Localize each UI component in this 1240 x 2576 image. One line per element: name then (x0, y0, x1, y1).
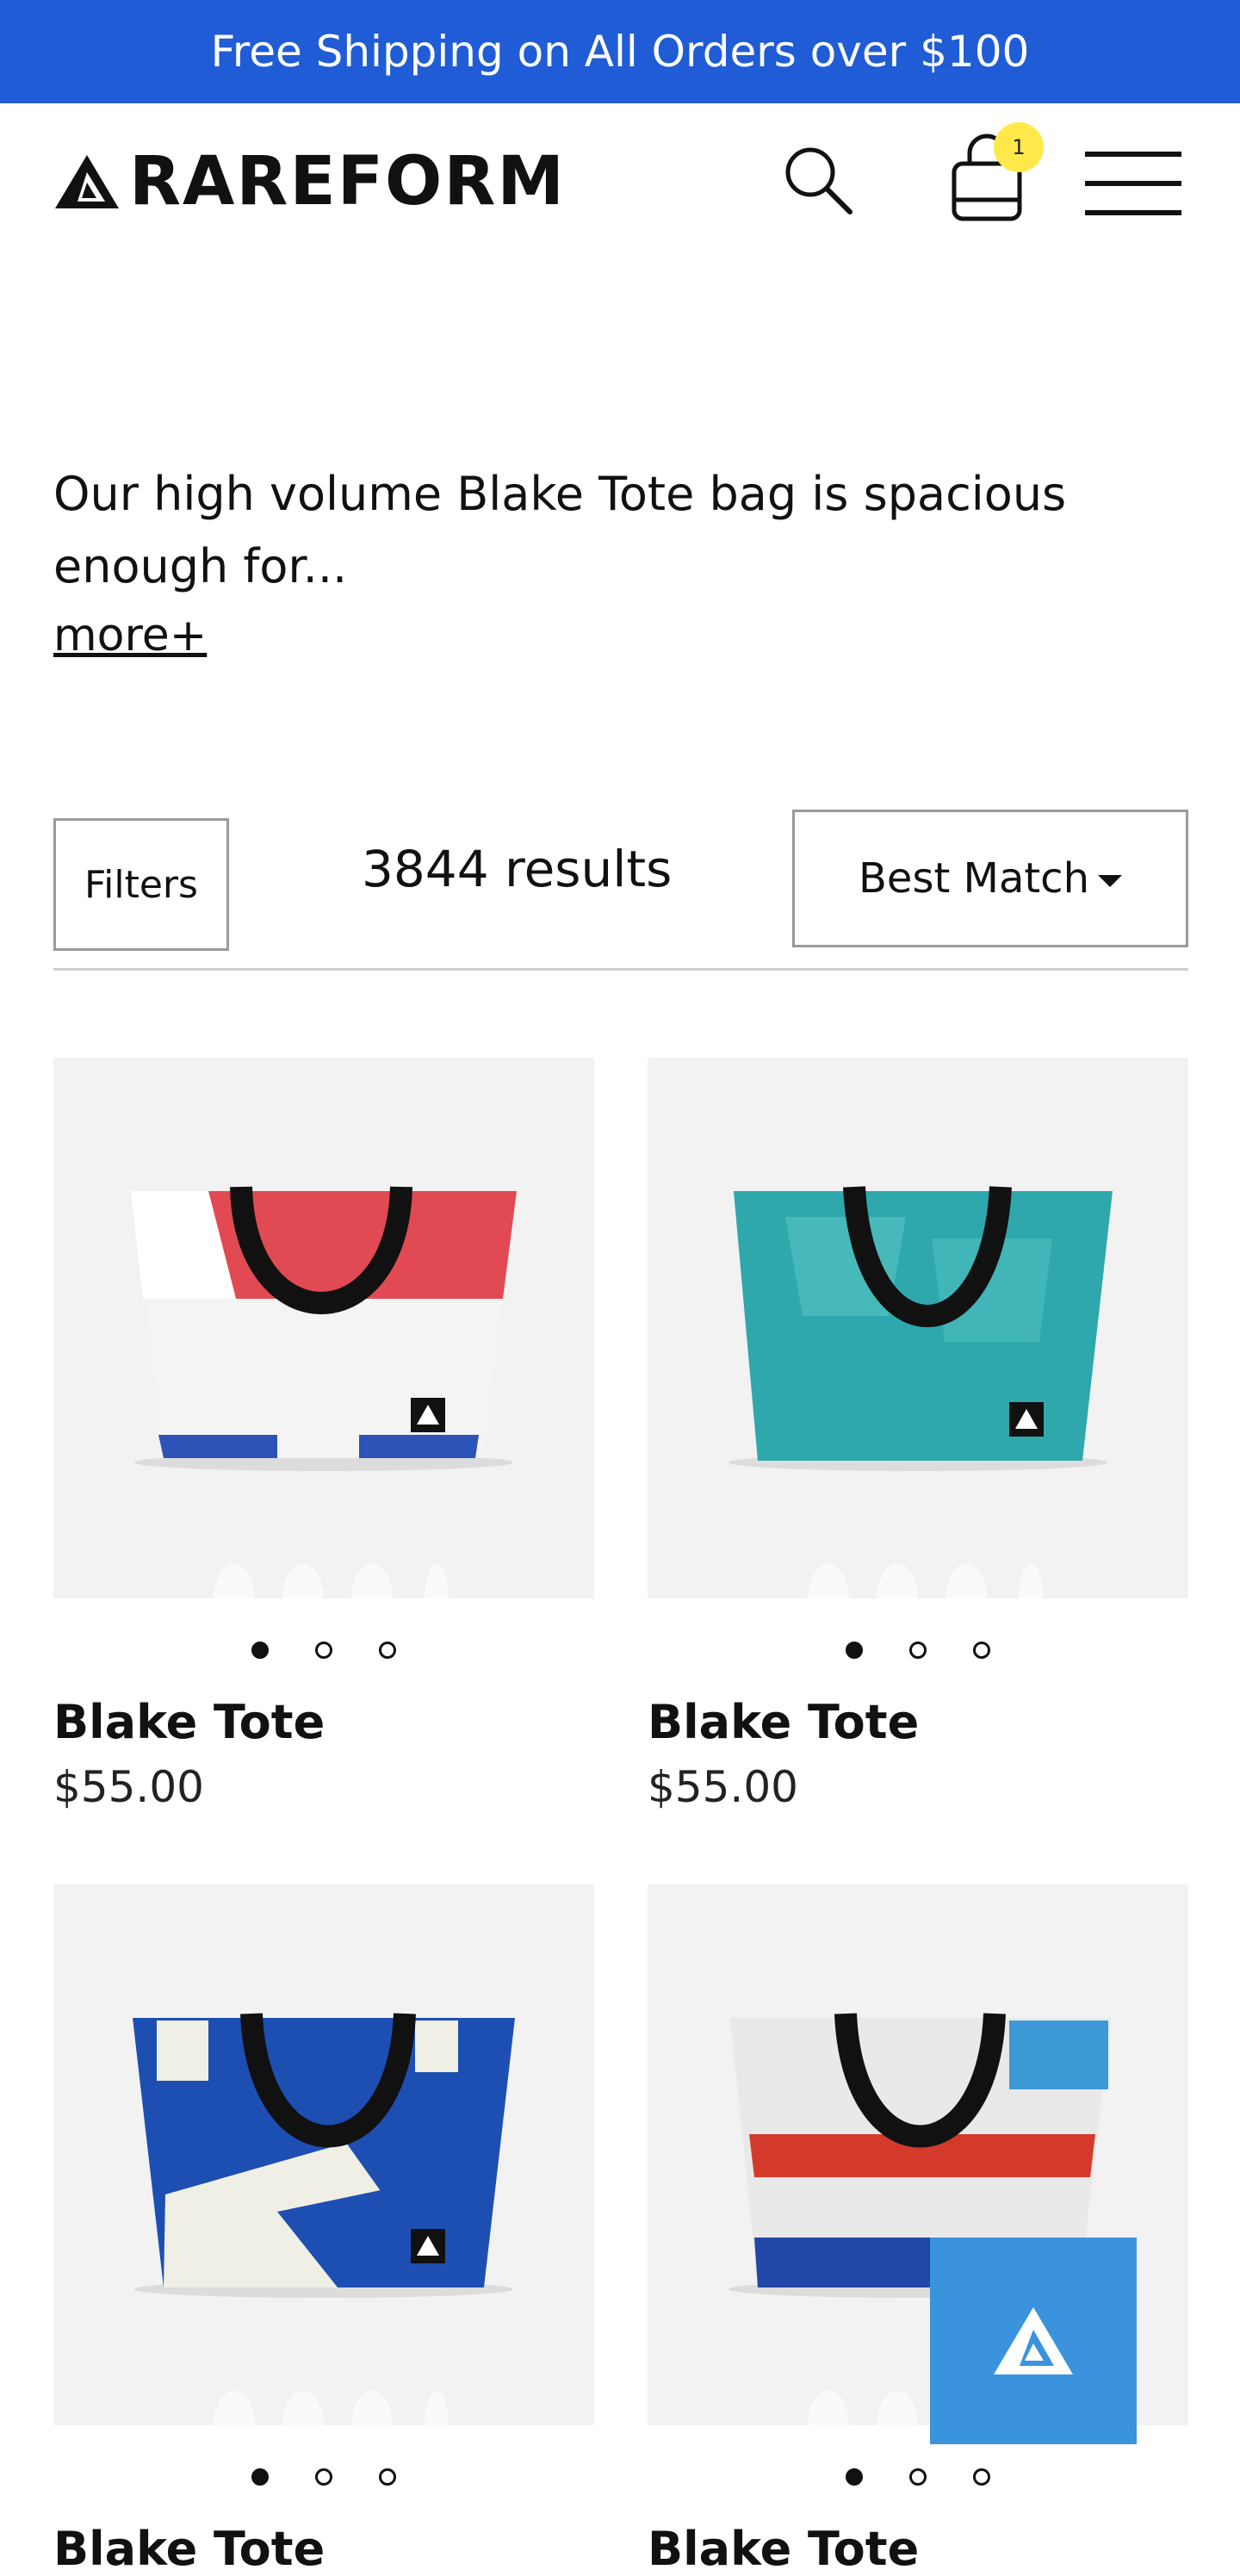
image-carousel-dots (53, 1642, 594, 1659)
site-header: RAREFORM (0, 103, 1240, 258)
image-carousel-dots (648, 2468, 1188, 2486)
search-icon (785, 147, 852, 214)
cart-count-badge: 1 (994, 122, 1044, 172)
brand-logo[interactable]: RAREFORM (53, 148, 566, 215)
brand-name: RAREFORM (129, 143, 567, 220)
collection-description: Our high volume Blake Tote bag is spacio… (53, 467, 1067, 593)
product-card[interactable]: Blake Tote (53, 1884, 594, 2576)
caret-down-icon (1098, 875, 1122, 887)
tote-bag-image (728, 1186, 1113, 1598)
product-title[interactable]: Blake Tote (53, 1695, 325, 1749)
product-image[interactable] (648, 1058, 1188, 1598)
image-carousel-dots (53, 2468, 594, 2486)
results-count: 3844 results (362, 840, 673, 898)
carousel-dot[interactable] (846, 1642, 863, 1659)
carousel-dot[interactable] (909, 1642, 927, 1659)
tote-bag-image (133, 2013, 515, 2425)
product-image[interactable] (53, 1884, 594, 2425)
product-price: $55.00 (648, 1762, 798, 1812)
filters-label: Filters (84, 862, 198, 907)
more-link[interactable]: more+ (53, 610, 207, 661)
product-title[interactable]: Blake Tote (648, 1695, 919, 1749)
promo-banner: Free Shipping on All Orders over $100 (0, 0, 1240, 103)
filters-button[interactable]: Filters (53, 818, 229, 951)
carousel-dot[interactable] (379, 2468, 396, 2486)
sort-label: Best Match (858, 854, 1089, 903)
product-card[interactable]: Blake Tote $55.00 (648, 1058, 1188, 1833)
carousel-dot[interactable] (909, 2468, 927, 2486)
product-card[interactable]: Blake Tote (648, 1884, 1188, 2576)
chat-widget-button[interactable] (930, 2238, 1137, 2444)
brand-logo-icon (994, 2307, 1073, 2374)
divider (53, 968, 1188, 971)
product-price: $55.00 (53, 1762, 204, 1812)
carousel-dot[interactable] (846, 2468, 863, 2486)
search-button[interactable] (779, 141, 857, 219)
product-card[interactable]: Blake Tote $55.00 (53, 1058, 594, 1833)
image-carousel-dots (648, 1642, 1188, 1659)
carousel-dot[interactable] (251, 2468, 269, 2486)
carousel-dot[interactable] (251, 1642, 269, 1659)
menu-button[interactable] (1083, 148, 1183, 220)
carousel-dot[interactable] (973, 2468, 990, 2486)
brand-logo-icon (55, 155, 119, 208)
carousel-dot[interactable] (973, 1642, 990, 1659)
tote-bag-image (131, 1186, 517, 1598)
sort-dropdown[interactable]: Best Match (792, 810, 1188, 947)
carousel-dot[interactable] (315, 2468, 332, 2486)
product-image[interactable] (53, 1058, 594, 1598)
carousel-dot[interactable] (379, 1642, 396, 1659)
hamburger-menu-icon (1085, 152, 1181, 215)
carousel-dot[interactable] (315, 1642, 332, 1659)
promo-text: Free Shipping on All Orders over $100 (210, 27, 1030, 77)
